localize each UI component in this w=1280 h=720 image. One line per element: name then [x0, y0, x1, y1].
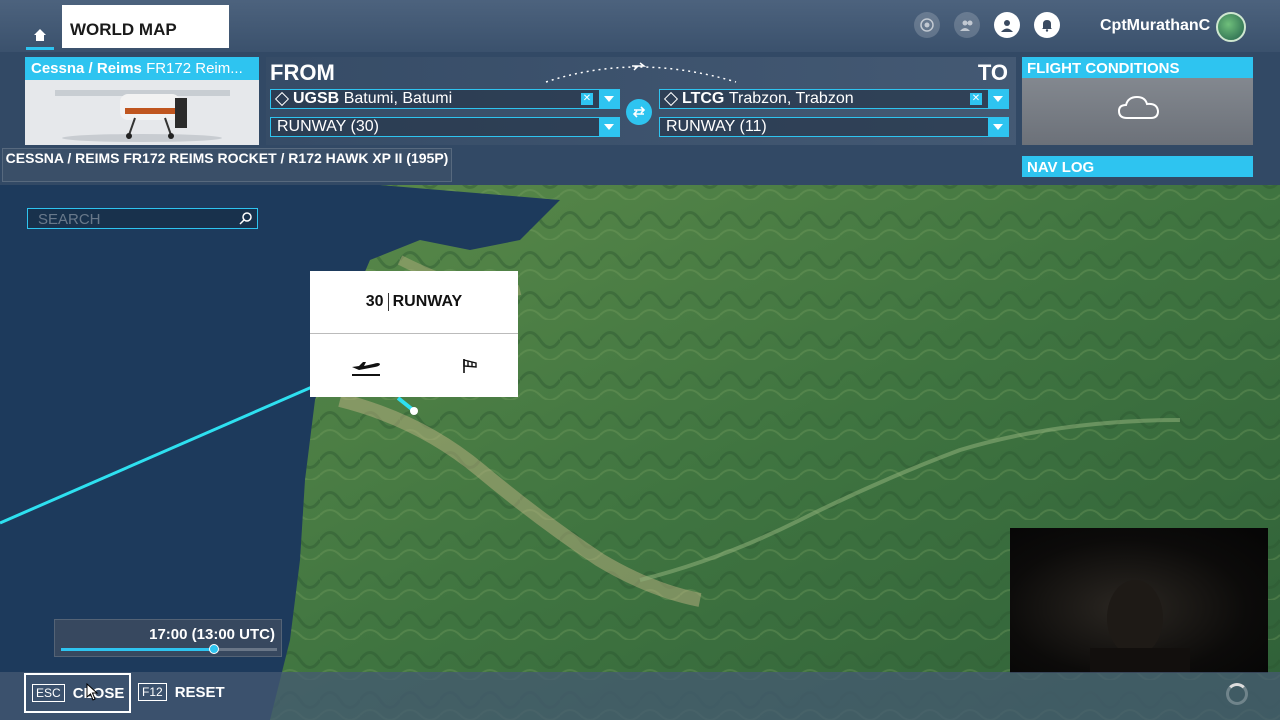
close-button[interactable]: ESC CLOSE [24, 673, 131, 713]
aircraft-full-name: CESSNA / REIMS FR172 REIMS ROCKET / R172… [2, 148, 452, 182]
route-panel: FROM TO UGSB Batumi, Batumi ✕ RUNWAY (30… [266, 57, 1016, 145]
esc-key-hint: ESC [32, 684, 65, 702]
webcam-overlay [1010, 528, 1268, 678]
windsock-icon[interactable] [460, 355, 480, 375]
aircraft-selector[interactable]: Cessna / Reims FR172 Reim... [25, 57, 259, 145]
chevron-down-icon[interactable] [988, 117, 1008, 137]
aircraft-brand: Cessna / Reims [31, 60, 142, 77]
notification-icon[interactable] [1034, 12, 1060, 38]
aircraft-model-short: FR172 Reim... [146, 60, 243, 77]
home-icon [34, 29, 46, 41]
flight-conditions-title: FLIGHT CONDITIONS [1022, 57, 1253, 78]
aircraft-image [25, 80, 259, 145]
arrival-airport-field[interactable]: LTCG Trabzon, Trabzon ✕ [659, 89, 1009, 109]
departure-runway-select[interactable]: RUNWAY (30) [270, 117, 620, 137]
departure-icao: UGSB [293, 90, 340, 107]
arrival-runway-value: RUNWAY (11) [666, 118, 767, 135]
nav-log-button[interactable]: NAV LOG [1022, 156, 1253, 177]
swap-route-button[interactable] [626, 99, 652, 125]
reset-label: RESET [174, 683, 225, 701]
airport-icon [663, 91, 679, 107]
time-slider-fill [61, 648, 215, 651]
flight-conditions-panel[interactable]: FLIGHT CONDITIONS [1022, 57, 1253, 145]
aircraft-title: Cessna / Reims FR172 Reim... [25, 57, 259, 80]
runway-number: 30 [366, 293, 389, 311]
home-button[interactable] [26, 22, 54, 50]
to-label: TO [977, 60, 1008, 85]
arrival-name: Trabzon, Trabzon [728, 90, 854, 107]
runway-label: RUNWAY [392, 293, 463, 310]
time-slider[interactable] [61, 644, 277, 654]
username[interactable]: CptMurathanC [1100, 17, 1210, 35]
departure-name: Batumi, Batumi [343, 90, 453, 107]
search-icon[interactable] [239, 211, 253, 225]
achievement-icon[interactable] [914, 12, 940, 38]
search-input[interactable]: SEARCH [27, 208, 258, 229]
airport-icon [274, 91, 290, 107]
takeoff-icon[interactable] [349, 353, 383, 377]
friends-icon[interactable] [954, 12, 980, 38]
mouse-cursor-icon [86, 683, 99, 701]
world-map-tab[interactable]: WORLD MAP [62, 5, 229, 48]
clear-icon[interactable]: ✕ [581, 93, 593, 105]
swap-icon [632, 106, 646, 118]
runway-popup-header: 30 RUNWAY [310, 271, 518, 334]
loading-spinner-icon [1226, 683, 1248, 705]
runway-popup: 30 RUNWAY [310, 271, 518, 397]
departure-runway-value: RUNWAY (30) [277, 118, 379, 135]
cloud-icon [1117, 95, 1160, 119]
reset-button[interactable]: F12 RESET [138, 683, 225, 701]
time-slider-handle[interactable] [209, 644, 220, 654]
chevron-down-icon[interactable] [599, 89, 619, 109]
arrival-runway-select[interactable]: RUNWAY (11) [659, 117, 1009, 137]
search-placeholder: SEARCH [38, 211, 101, 228]
f12-key-hint: F12 [138, 683, 167, 701]
time-of-day-panel: 17:00 (13:00 UTC) [54, 619, 282, 657]
webcam-image [1090, 580, 1190, 678]
arrival-icao: LTCG [682, 90, 725, 107]
from-label: FROM [270, 60, 335, 85]
chevron-down-icon[interactable] [599, 117, 619, 137]
time-label: 17:00 (13:00 UTC) [149, 626, 275, 643]
profile-icon[interactable] [994, 12, 1020, 38]
runway-marker[interactable] [410, 407, 418, 415]
chevron-down-icon[interactable] [988, 89, 1008, 109]
clear-icon[interactable]: ✕ [970, 93, 982, 105]
top-icon-group [914, 12, 1060, 38]
departure-airport-field[interactable]: UGSB Batumi, Batumi ✕ [270, 89, 620, 109]
avatar[interactable] [1216, 12, 1246, 42]
